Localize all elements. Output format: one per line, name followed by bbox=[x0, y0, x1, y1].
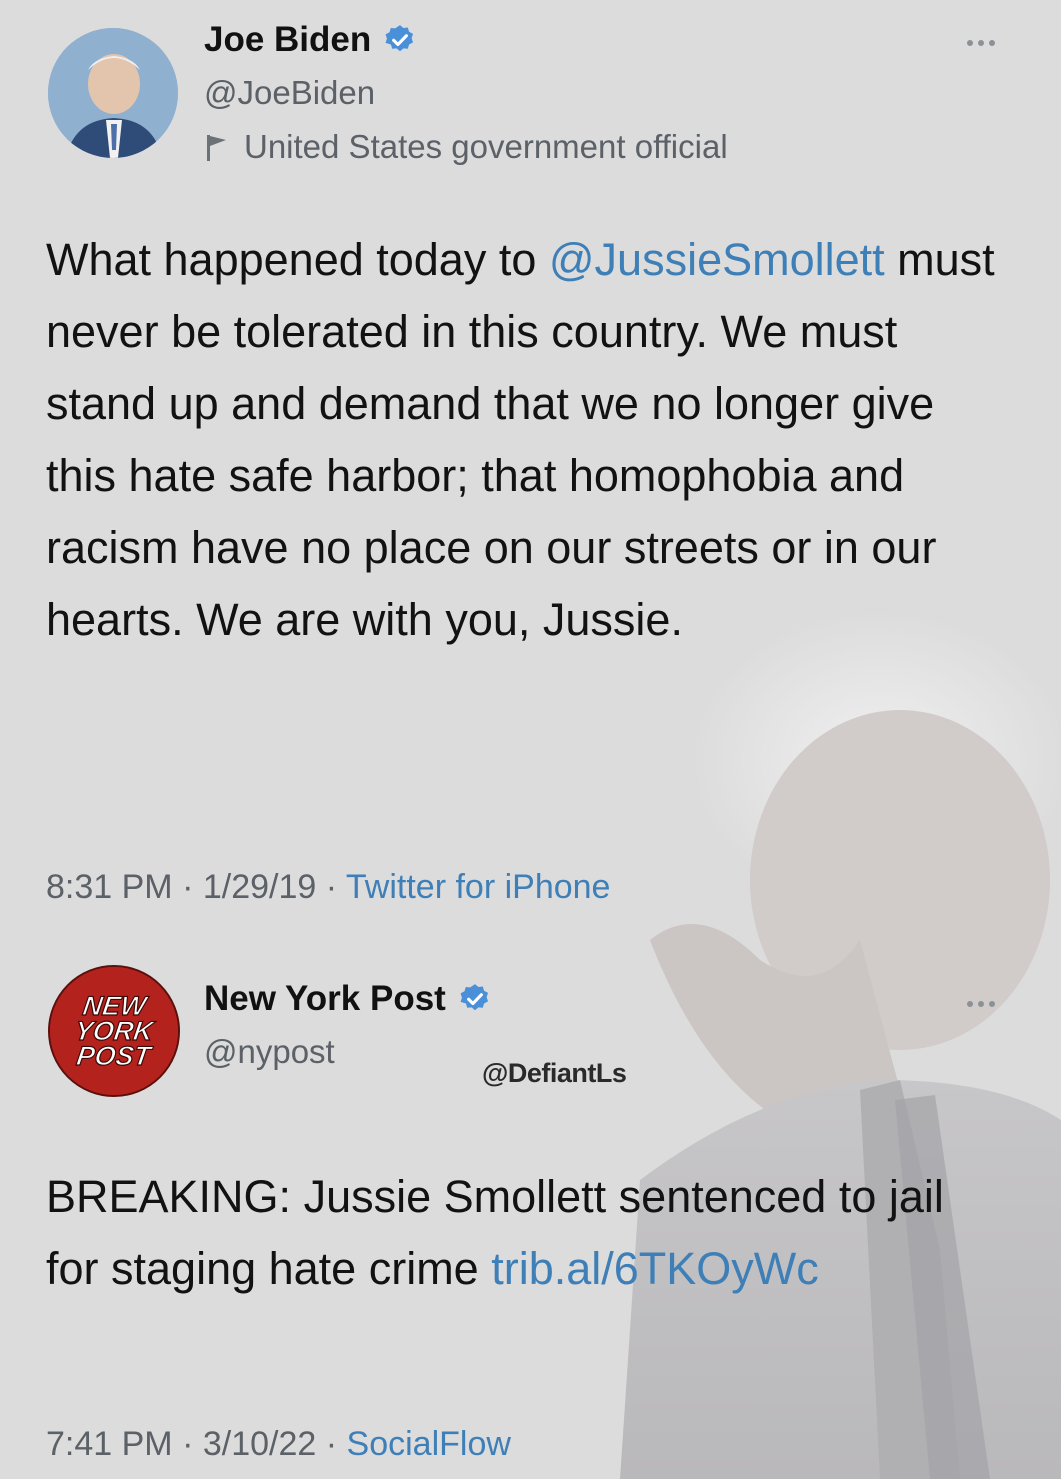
handle[interactable]: @JoeBiden bbox=[204, 74, 375, 112]
avatar[interactable]: NEW YORK POST bbox=[48, 965, 180, 1097]
article-link[interactable]: trib.al/6TKOyWc bbox=[491, 1243, 819, 1294]
avatar[interactable] bbox=[48, 28, 178, 158]
government-label: United States government official bbox=[204, 128, 728, 166]
display-name[interactable]: Joe Biden bbox=[204, 20, 371, 60]
svg-text:POST: POST bbox=[75, 1040, 155, 1071]
handle[interactable]: @nypost bbox=[204, 1033, 335, 1071]
avatar-photo bbox=[48, 28, 178, 158]
separator: · bbox=[172, 1425, 203, 1463]
more-options-icon[interactable] bbox=[967, 997, 1007, 1011]
text-part: What happened today to bbox=[46, 234, 549, 285]
author-row: Joe Biden bbox=[204, 20, 417, 60]
text-part: must never be tolerated in this country.… bbox=[46, 234, 995, 645]
verified-badge-icon bbox=[385, 25, 414, 52]
tweet-source[interactable]: SocialFlow bbox=[347, 1425, 511, 1463]
mention-link[interactable]: @JussieSmollett bbox=[549, 234, 885, 285]
tweet-meta: 8:31 PM · 1/29/19 · Twitter for iPhone bbox=[46, 868, 610, 907]
tweet-date[interactable]: 3/10/22 bbox=[203, 1425, 316, 1463]
label-text: United States government official bbox=[244, 128, 728, 165]
more-options-icon[interactable] bbox=[967, 36, 1007, 50]
watermark: @DefiantLs bbox=[482, 1058, 627, 1088]
government-flag-icon bbox=[207, 135, 226, 161]
tweet-meta: 7:41 PM · 3/10/22 · SocialFlow bbox=[46, 1425, 511, 1464]
separator: · bbox=[316, 1425, 347, 1463]
verified-badge-icon bbox=[460, 984, 488, 1011]
nypost-logo: NEW YORK POST bbox=[50, 967, 178, 1095]
display-name[interactable]: New York Post bbox=[204, 979, 446, 1019]
tweet-date[interactable]: 1/29/19 bbox=[203, 868, 316, 906]
tweet-text: What happened today to @JussieSmollett m… bbox=[46, 224, 1006, 656]
tweet-source[interactable]: Twitter for iPhone bbox=[346, 868, 611, 906]
tweet-text: BREAKING: Jussie Smollett sentenced to j… bbox=[46, 1161, 1006, 1305]
author-row: New York Post bbox=[204, 979, 492, 1019]
tweet-time[interactable]: 8:31 PM bbox=[46, 868, 173, 906]
separator: · bbox=[316, 868, 346, 906]
tweet-time[interactable]: 7:41 PM bbox=[46, 1425, 173, 1463]
separator: · bbox=[172, 868, 203, 906]
